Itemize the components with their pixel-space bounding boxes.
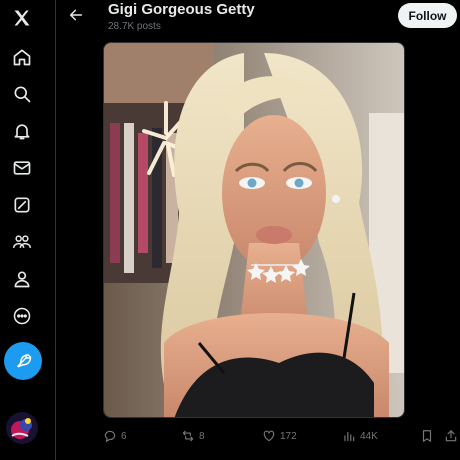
more-icon[interactable]	[6, 300, 38, 332]
heart-icon	[263, 430, 275, 442]
notifications-icon[interactable]	[6, 115, 38, 147]
profile-name: Gigi Gorgeous Getty	[108, 1, 255, 18]
like-button[interactable]: 172	[262, 426, 297, 446]
post-action-bar: 6 8 172 44K	[56, 424, 460, 448]
account-avatar[interactable]	[6, 412, 38, 444]
column-divider	[55, 0, 56, 460]
reply-count: 6	[121, 430, 127, 442]
compose-button[interactable]	[4, 342, 42, 380]
view-count: 44K	[360, 430, 378, 442]
back-arrow-icon[interactable]	[66, 5, 86, 25]
views-chart-icon	[344, 431, 355, 442]
bookmark-button[interactable]	[420, 426, 434, 446]
profile-icon[interactable]	[6, 263, 38, 295]
repost-count: 8	[199, 430, 205, 442]
post-photo[interactable]	[103, 42, 405, 418]
reply-button[interactable]: 6	[103, 426, 127, 446]
share-button[interactable]	[444, 426, 458, 446]
bookmark-icon	[422, 430, 432, 442]
reply-icon	[104, 430, 116, 443]
grok-icon[interactable]	[6, 189, 38, 221]
views-button[interactable]: 44K	[342, 426, 378, 446]
messages-icon[interactable]	[6, 152, 38, 184]
compose-feather-icon	[17, 354, 32, 368]
repost-button[interactable]: 8	[181, 426, 205, 446]
x-logo-icon[interactable]	[6, 2, 38, 34]
share-icon	[445, 430, 457, 442]
search-icon[interactable]	[6, 78, 38, 110]
follow-button[interactable]: Follow	[398, 3, 457, 28]
left-nav	[0, 0, 44, 460]
repost-icon	[182, 430, 194, 442]
home-icon[interactable]	[6, 41, 38, 73]
like-count: 172	[280, 430, 297, 442]
post-count: 28.7K posts	[108, 21, 161, 32]
profile-header: Gigi Gorgeous Getty 28.7K posts Follow	[56, 0, 460, 38]
communities-icon[interactable]	[6, 226, 38, 258]
